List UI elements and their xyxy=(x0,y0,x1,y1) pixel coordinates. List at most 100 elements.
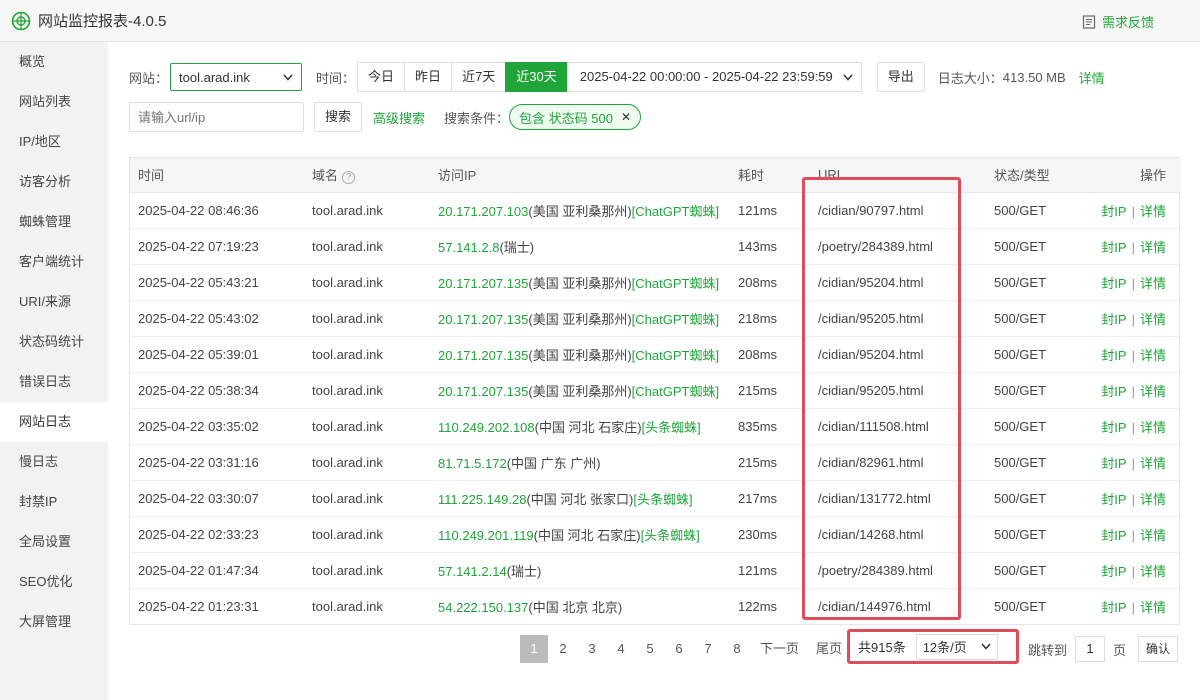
cell-domain: tool.arad.ink xyxy=(312,598,383,614)
ops-separator: | xyxy=(1131,491,1135,507)
time-today-button[interactable]: 今日 xyxy=(357,62,406,92)
page-1[interactable]: 1 xyxy=(520,635,548,663)
sidebar-item-ip-region[interactable]: IP/地区 xyxy=(0,122,108,162)
page-5[interactable]: 5 xyxy=(636,635,664,663)
row-detail-button[interactable]: 详情 xyxy=(1140,276,1166,291)
total-and-page-size: 共915条 12条/页 xyxy=(847,629,1019,664)
block-ip-button[interactable]: 封IP xyxy=(1101,384,1126,399)
page-3[interactable]: 3 xyxy=(578,635,606,663)
block-ip-button[interactable]: 封IP xyxy=(1101,240,1126,255)
export-button[interactable]: 导出 xyxy=(876,62,925,92)
row-detail-button[interactable]: 详情 xyxy=(1140,492,1166,507)
page-7[interactable]: 7 xyxy=(694,635,722,663)
ip-link[interactable]: 20.171.207.135 xyxy=(438,348,528,363)
search-input[interactable] xyxy=(129,102,304,132)
time-7days-button[interactable]: 近7天 xyxy=(451,62,507,92)
jump-page-input[interactable]: 1 xyxy=(1075,636,1106,662)
ip-location: (美国 亚利桑那州) xyxy=(528,383,632,399)
cell-status: 500/GET xyxy=(986,336,1081,373)
block-ip-button[interactable]: 封IP xyxy=(1101,492,1126,507)
ip-link[interactable]: 20.171.207.103 xyxy=(438,204,528,219)
cell-cost: 208ms xyxy=(730,336,810,373)
time-30days-button[interactable]: 近30天 xyxy=(505,62,568,92)
page-2[interactable]: 2 xyxy=(549,635,577,663)
next-page-button[interactable]: 下一页 xyxy=(752,635,807,663)
block-ip-button[interactable]: 封IP xyxy=(1101,312,1126,327)
help-icon[interactable]: ? xyxy=(342,171,356,185)
date-range-picker[interactable]: 2025-04-22 00:00:00 - 2025-04-22 23:59:5… xyxy=(566,62,862,92)
close-icon[interactable]: ✕ xyxy=(621,110,631,124)
sidebar-item-spider-management[interactable]: 蜘蛛管理 xyxy=(0,202,108,242)
time-yesterday-button[interactable]: 昨日 xyxy=(404,62,453,92)
row-detail-button[interactable]: 详情 xyxy=(1140,204,1166,219)
sidebar-item-client-stats[interactable]: 客户端统计 xyxy=(0,242,108,282)
ip-link[interactable]: 20.171.207.135 xyxy=(438,384,528,399)
ip-link[interactable]: 20.171.207.135 xyxy=(438,276,528,291)
block-ip-button[interactable]: 封IP xyxy=(1101,456,1126,471)
ip-link[interactable]: 81.71.5.172 xyxy=(438,456,507,471)
page-6[interactable]: 6 xyxy=(665,635,693,663)
last-page-button[interactable]: 尾页 xyxy=(808,635,850,663)
sidebar-item-site-log[interactable]: 网站日志 xyxy=(0,402,108,442)
ip-link[interactable]: 54.222.150.137 xyxy=(438,600,528,615)
row-detail-button[interactable]: 详情 xyxy=(1140,528,1166,543)
cell-domain: tool.arad.ink xyxy=(304,480,430,517)
sidebar-item-error-log[interactable]: 错误日志 xyxy=(0,362,108,402)
block-ip-button[interactable]: 封IP xyxy=(1101,204,1126,219)
sidebar-item-uri-source[interactable]: URI/来源 xyxy=(0,282,108,322)
cell-cost: 218ms xyxy=(730,300,810,337)
sidebar-item-visitor-analysis[interactable]: 访客分析 xyxy=(0,162,108,202)
cell-status: 500/GET xyxy=(986,480,1081,517)
ip-link[interactable]: 20.171.207.135 xyxy=(438,312,528,327)
sidebar-item-slow-log[interactable]: 慢日志 xyxy=(0,442,108,482)
sidebar-item-status-code-stats[interactable]: 状态码统计 xyxy=(0,322,108,362)
page-4[interactable]: 4 xyxy=(607,635,635,663)
row-detail-button[interactable]: 详情 xyxy=(1140,420,1166,435)
sidebar-item-seo[interactable]: SEO优化 xyxy=(0,562,108,602)
row-detail-button[interactable]: 详情 xyxy=(1140,240,1166,255)
block-ip-button[interactable]: 封IP xyxy=(1101,564,1126,579)
row-detail-button[interactable]: 详情 xyxy=(1140,384,1166,399)
cell-cost: 121ms xyxy=(730,192,810,229)
cell-url: /cidian/111508.html xyxy=(810,408,986,445)
confirm-button[interactable]: 确认 xyxy=(1138,636,1179,662)
search-button[interactable]: 搜索 xyxy=(314,102,363,132)
sidebar-item-overview[interactable]: 概览 xyxy=(0,42,108,82)
spider-tag: [ChatGPT蜘蛛] xyxy=(631,203,720,219)
total-count: 共915条 xyxy=(858,640,906,655)
sidebar-item-big-screen[interactable]: 大屏管理 xyxy=(0,602,108,642)
feedback-link[interactable]: 需求反馈 xyxy=(1082,12,1154,31)
spider-tag: [ChatGPT蜘蛛] xyxy=(631,383,720,399)
table-row: 2025-04-22 08:46:36 tool.arad.ink 20.171.2… xyxy=(130,192,1181,229)
block-ip-button[interactable]: 封IP xyxy=(1101,528,1126,543)
cell-time: 2025-04-22 05:43:21 xyxy=(130,264,304,301)
block-ip-button[interactable]: 封IP xyxy=(1101,600,1126,615)
ip-link[interactable]: 57.141.2.8 xyxy=(438,240,499,255)
row-detail-button[interactable]: 详情 xyxy=(1140,312,1166,327)
ip-link[interactable]: 57.141.2.14 xyxy=(438,564,507,579)
block-ip-button[interactable]: 封IP xyxy=(1101,348,1126,363)
condition-tag[interactable]: 包含 状态码 500 ✕ xyxy=(509,104,642,130)
page-8[interactable]: 8 xyxy=(723,635,751,663)
ip-link[interactable]: 110.249.202.108 xyxy=(438,420,535,435)
ip-link[interactable]: 110.249.201.119 xyxy=(438,528,534,543)
row-detail-button[interactable]: 详情 xyxy=(1140,600,1166,615)
cell-domain: tool.arad.ink xyxy=(304,336,430,373)
sidebar-item-banned-ip[interactable]: 封禁IP xyxy=(0,482,108,522)
row-detail-button[interactable]: 详情 xyxy=(1140,348,1166,363)
sidebar-item-site-list[interactable]: 网站列表 xyxy=(0,82,108,122)
row-detail-button[interactable]: 详情 xyxy=(1140,564,1166,579)
site-select[interactable]: tool.arad.ink xyxy=(170,63,303,91)
cell-time: 2025-04-22 05:43:02 xyxy=(130,300,304,337)
page-size-select[interactable]: 12条/页 xyxy=(915,633,998,660)
ip-location: (美国 亚利桑那州) xyxy=(528,311,632,327)
row-detail-button[interactable]: 详情 xyxy=(1140,456,1166,471)
cell-url: /cidian/90797.html xyxy=(810,192,986,229)
block-ip-button[interactable]: 封IP xyxy=(1101,420,1126,435)
log-details-link[interactable]: 详情 xyxy=(1079,68,1105,87)
ip-link[interactable]: 111.225.149.28 xyxy=(438,492,526,507)
advanced-search-link[interactable]: 高级搜索 xyxy=(373,108,425,127)
block-ip-button[interactable]: 封IP xyxy=(1101,276,1126,291)
table-row: 2025-04-22 05:43:21 tool.arad.ink 20.171.2… xyxy=(130,264,1181,301)
sidebar-item-global-settings[interactable]: 全局设置 xyxy=(0,522,108,562)
